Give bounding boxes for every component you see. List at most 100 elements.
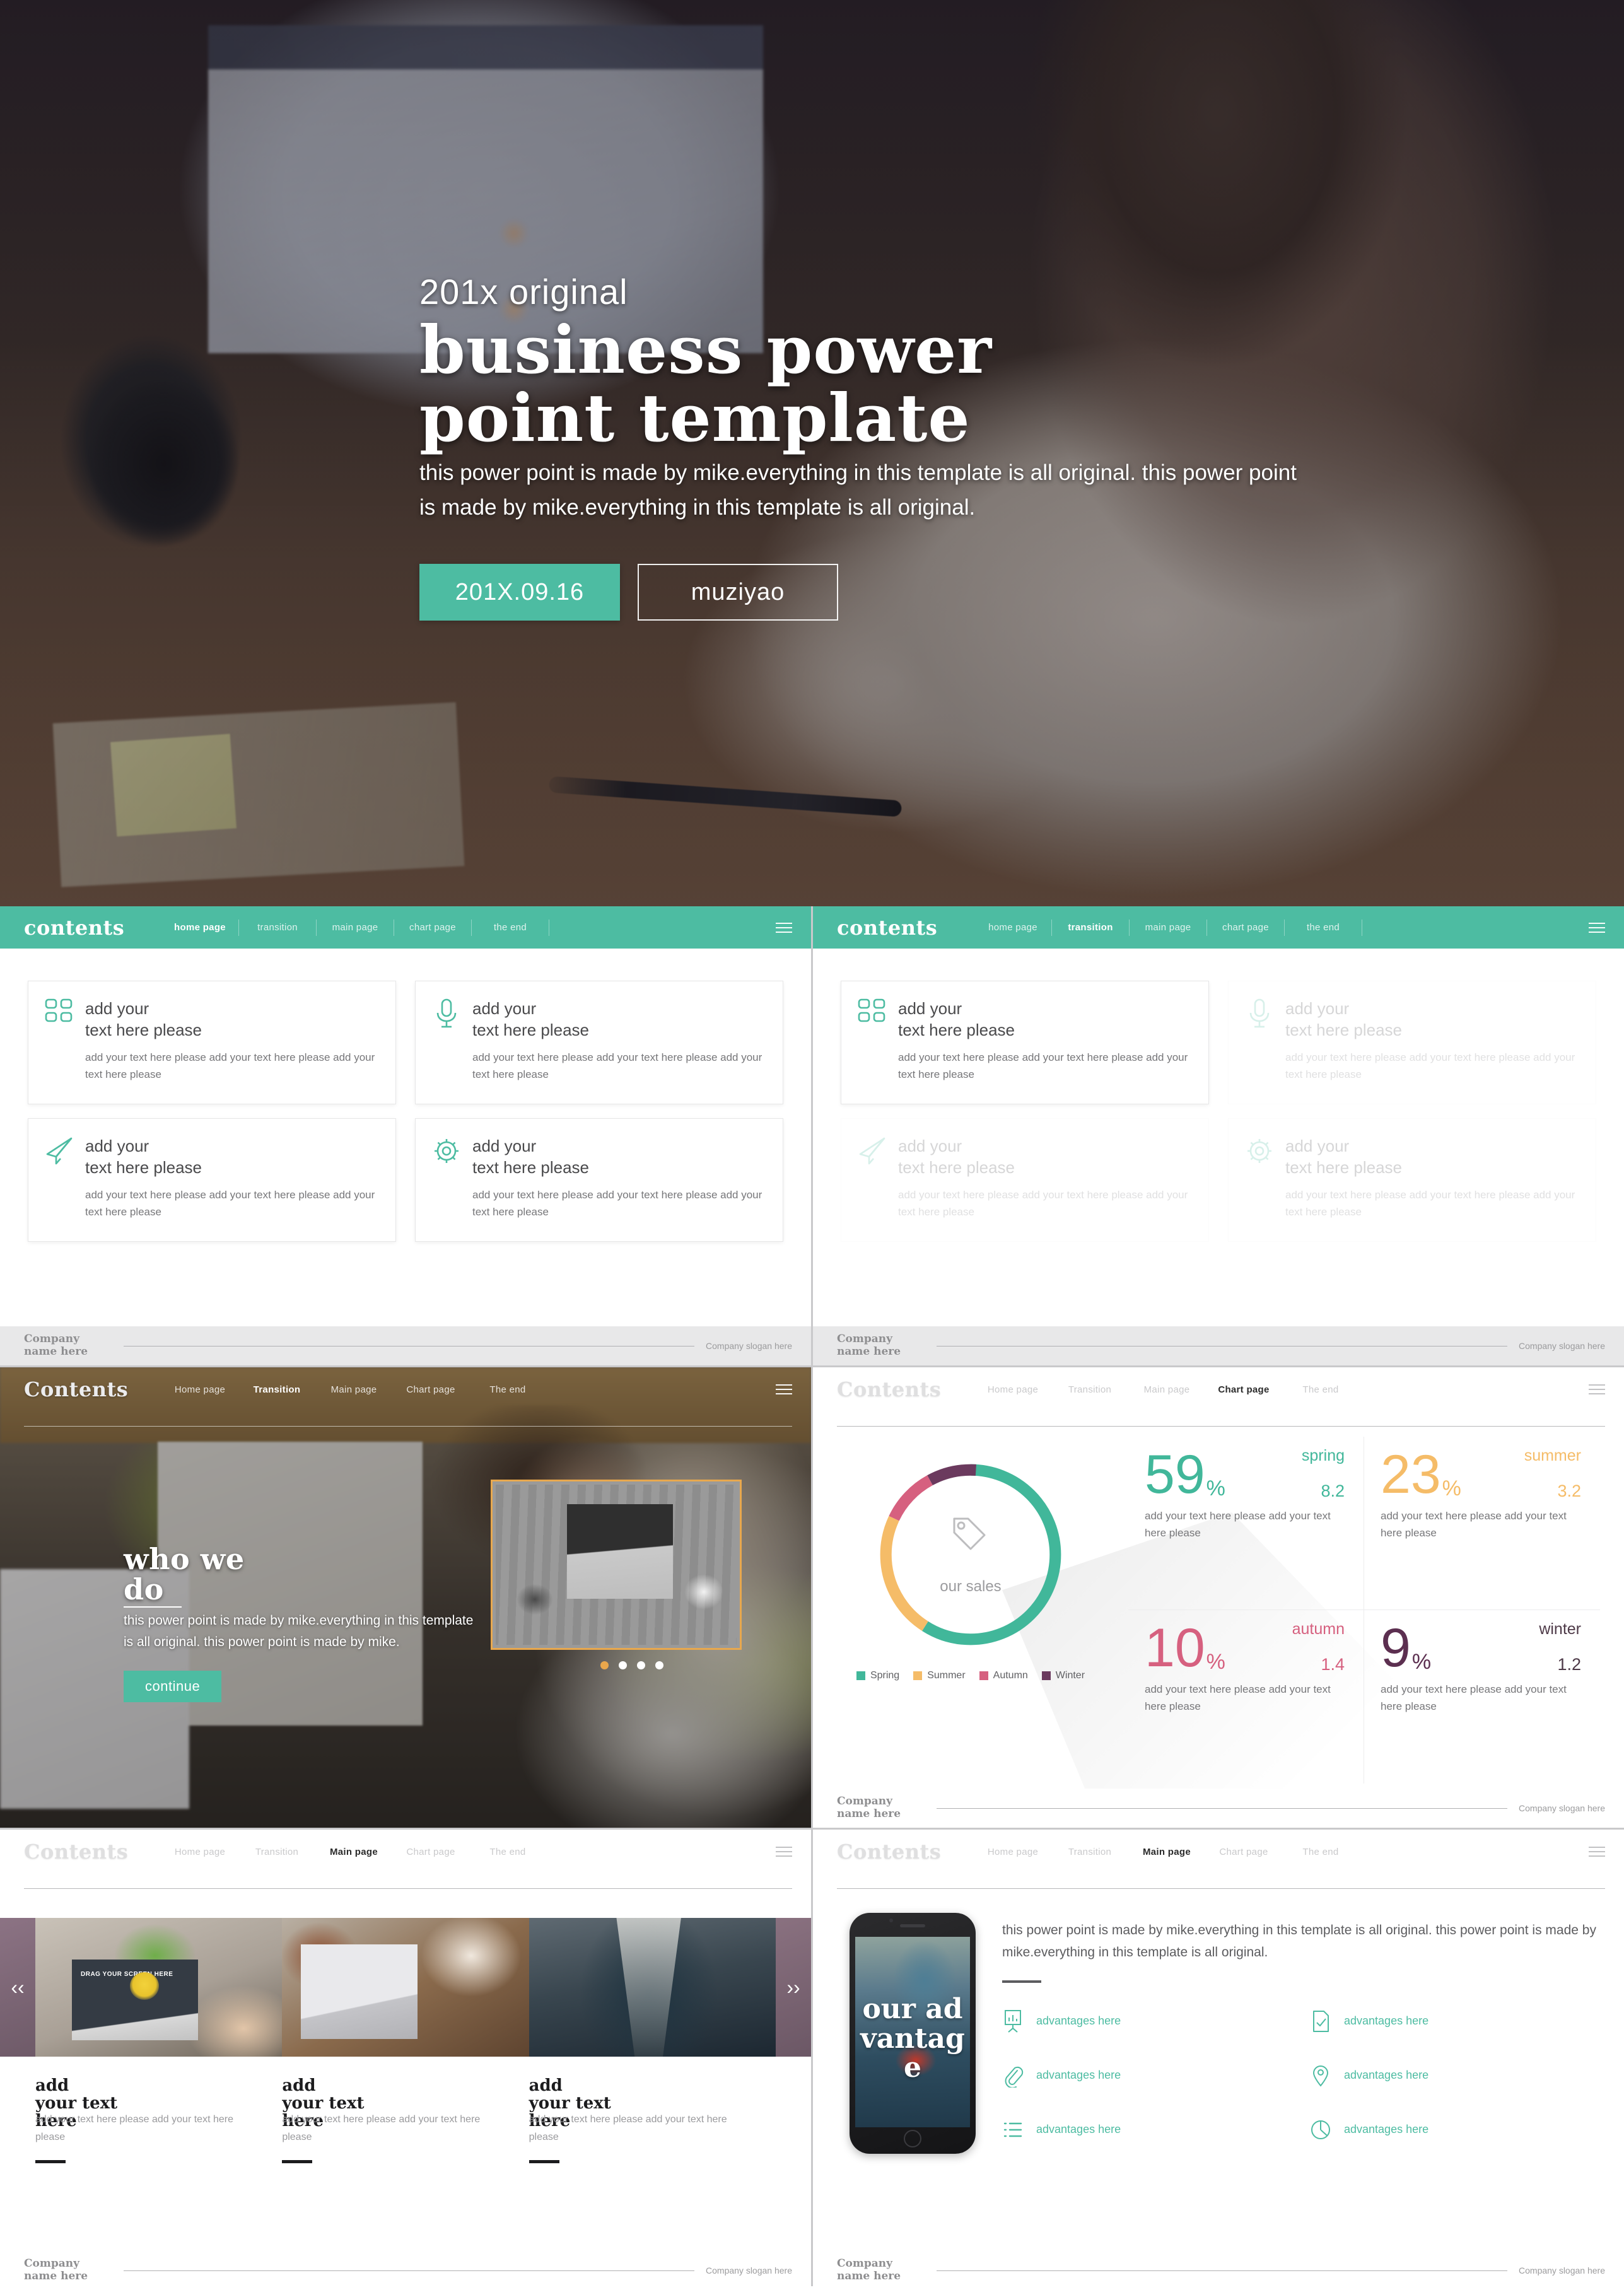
feature-card[interactable]: add your text here please add your text … (1228, 981, 1596, 1104)
continue-button[interactable]: continue (124, 1670, 222, 1702)
hamburger-icon[interactable] (1586, 1847, 1608, 1857)
header-divider (24, 1426, 792, 1427)
gallery-caption-column: add your text here add your text here pl… (35, 2077, 282, 2164)
nav-item-home-page[interactable]: Home page (161, 1847, 238, 1857)
slide6-footer: Company name here Company slogan here (813, 2251, 1624, 2290)
nav-item-the-end[interactable]: The end (1282, 1384, 1359, 1395)
slide4-nav: Home page Transition Main page Chart pag… (974, 1384, 1575, 1395)
gallery-image-2[interactable] (282, 1918, 529, 2057)
feature-card[interactable]: add your text here please add your text … (1228, 1118, 1596, 1242)
stat-value: 10 (1145, 1618, 1205, 1679)
nav-item-chart-page[interactable]: Chart page (1205, 1847, 1282, 1857)
gallery-screen-caption: DRAG YOUR SCREEN HERE (81, 1971, 173, 1978)
nav-item-transition[interactable]: Transition (1051, 1384, 1128, 1395)
nav-item-main-page[interactable]: Main page (315, 1384, 392, 1395)
gallery-caption-column: add your text here add your text here pl… (529, 2077, 776, 2164)
nav-item-main-page[interactable]: Main page (1128, 1384, 1205, 1395)
gallery-side-right: ›› (775, 1918, 811, 2057)
hero-title: business power point template (419, 315, 1365, 452)
slide6-nav: Home page Transition Main page Chart pag… (974, 1847, 1575, 1857)
carousel-dot[interactable] (637, 1661, 645, 1669)
carousel-dot[interactable] (655, 1661, 663, 1669)
nav-item-transition[interactable]: Transition (1051, 1847, 1128, 1857)
feature-card[interactable]: add your text here please add your text … (28, 1118, 396, 1242)
nav-item-transition[interactable]: Transition (238, 1384, 315, 1395)
chevron-right-icon[interactable]: ›› (776, 1918, 811, 2057)
stat-value: 9 (1381, 1618, 1411, 1679)
card-body: add your text here please add your text … (1285, 1051, 1575, 1081)
advantage-item[interactable]: advantages here (1310, 2118, 1599, 2142)
slide2-title: contents (837, 915, 938, 940)
nav-item-the-end[interactable]: The end (469, 1847, 546, 1857)
advantage-item[interactable]: advantages here (1310, 2064, 1599, 2088)
card-title-line-2: text here please (472, 1158, 590, 1177)
nav-item-the-end[interactable]: the end (472, 922, 549, 933)
feature-card[interactable]: add your text here please add your text … (415, 981, 783, 1104)
gallery-image-3[interactable] (529, 1918, 776, 2057)
nav-item-home-page[interactable]: Home page (974, 1847, 1051, 1857)
nav-item-main-page[interactable]: Main page (1128, 1847, 1205, 1857)
carousel-dot-active[interactable] (600, 1661, 609, 1669)
nav-item-main-page[interactable]: main page (1130, 922, 1206, 933)
advantage-item[interactable]: advantages here (1310, 2009, 1599, 2033)
gallery-side-left: ‹‹ (0, 1918, 35, 2057)
stat-right: spring 8.2 (1302, 1447, 1345, 1501)
nav-item-chart-page[interactable]: chart page (394, 922, 471, 933)
nav-item-home-page[interactable]: Home page (974, 1384, 1051, 1395)
nav-item-chart-page[interactable]: Chart page (392, 1847, 469, 1857)
nav-item-main-page[interactable]: main page (317, 922, 394, 933)
donut-label: our sales (940, 1578, 1002, 1595)
feature-card[interactable]: add your text here please add your text … (415, 1118, 783, 1242)
hamburger-icon[interactable] (1586, 1384, 1608, 1394)
advantage-item[interactable]: advantages here (1002, 2118, 1291, 2142)
stat-top: 23 % summer 3.2 (1381, 1447, 1581, 1502)
nav-item-home-page[interactable]: home page (161, 922, 238, 933)
nav-item-transition[interactable]: transition (1052, 922, 1129, 933)
nav-item-home-page[interactable]: home page (974, 922, 1051, 933)
slide-grid: contents home page transition main page … (0, 906, 1624, 2290)
hamburger-icon[interactable] (773, 1384, 795, 1394)
card-header: add your text here please (1245, 1135, 1578, 1179)
donut-chart: our sales (873, 1457, 1068, 1652)
paperclip-icon (1002, 2064, 1024, 2088)
nav-item-chart-page[interactable]: Chart page (392, 1384, 469, 1395)
slide-transition: Contents Home page Transition Main page … (0, 1367, 811, 1828)
nav-item-transition[interactable]: Transition (238, 1847, 315, 1857)
feature-card[interactable]: add your text here please add your text … (841, 981, 1209, 1104)
phone-screen: our advantage (855, 1937, 970, 2127)
nav-item-the-end[interactable]: The end (1282, 1847, 1359, 1857)
hero-date-button[interactable]: 201X.09.16 (419, 563, 620, 621)
nav-item-home-page[interactable]: Home page (161, 1384, 238, 1395)
footer-divider (937, 1808, 1508, 1809)
nav-item-the-end[interactable]: The end (469, 1384, 546, 1395)
slide1-title: contents (24, 915, 125, 940)
hamburger-icon[interactable] (773, 1847, 795, 1857)
advantage-item[interactable]: advantages here (1002, 2009, 1291, 2033)
stat-value: 59 (1145, 1444, 1205, 1505)
hero-slide: 201x original business power point templ… (0, 0, 1624, 906)
advantage-item[interactable]: advantages here (1002, 2064, 1291, 2088)
card-body: add your text here please add your text … (898, 1051, 1188, 1081)
nav-item-main-page[interactable]: Main page (315, 1847, 392, 1857)
hamburger-icon[interactable] (773, 922, 795, 933)
chevron-left-icon[interactable]: ‹‹ (0, 1918, 35, 2057)
list-icon (1002, 2118, 1024, 2142)
gear-icon (1245, 1135, 1274, 1167)
stat-winter: 9 % winter 1.2 add your text here please… (1364, 1610, 1600, 1784)
nav-item-chart-page[interactable]: Chart page (1205, 1384, 1282, 1395)
nav-item-chart-page[interactable]: chart page (1207, 922, 1284, 933)
gallery-image-1[interactable]: DRAG YOUR SCREEN HERE (35, 1918, 283, 2057)
feature-card[interactable]: add your text here please add your text … (28, 981, 396, 1104)
transition-thumbnail[interactable] (491, 1480, 742, 1650)
feature-card[interactable]: add your text here please add your text … (841, 1118, 1209, 1242)
phone-home-button[interactable] (904, 2130, 921, 2147)
card-title-line-1: add your (898, 1136, 962, 1155)
nav-item-transition[interactable]: transition (239, 922, 316, 933)
footer-slogan: Company slogan here (1519, 1803, 1605, 1813)
microphone-icon (1245, 998, 1274, 1029)
hero-author-button[interactable]: muziyao (638, 563, 838, 621)
nav-item-the-end[interactable]: the end (1285, 922, 1362, 933)
hamburger-icon[interactable] (1586, 922, 1608, 933)
grid-squares-icon (858, 998, 887, 1029)
carousel-dot[interactable] (619, 1661, 627, 1669)
